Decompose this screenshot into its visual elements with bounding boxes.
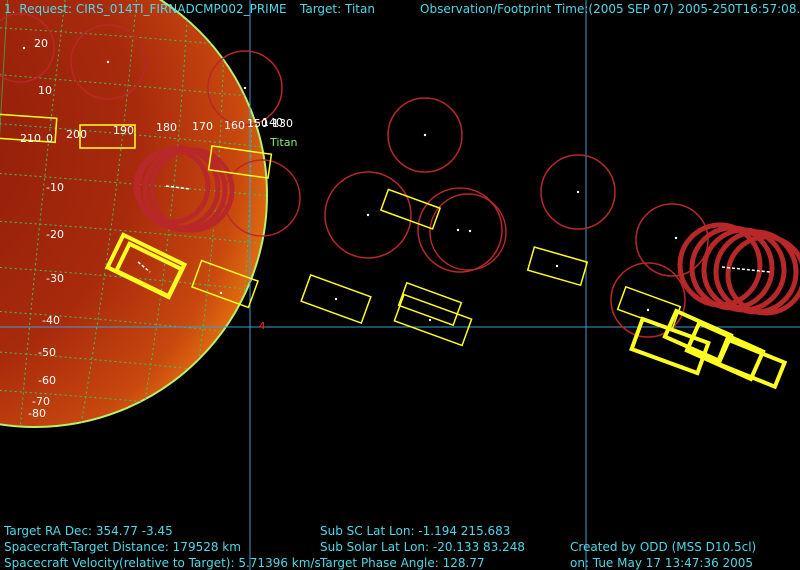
lat-label: 10 — [38, 84, 52, 97]
lon-label: 130 — [272, 117, 293, 130]
lat-label: 20 — [34, 37, 48, 50]
lon-label: 190 — [113, 124, 134, 137]
lat-label: -10 — [46, 181, 64, 194]
sub-sc-lat-lon: Sub SC Lat Lon: -1.194 215.683 — [320, 524, 511, 538]
lat-label: 0 — [46, 132, 53, 145]
lon-label: 170 — [192, 120, 213, 133]
created-by: Created by ODD (MSS D10.5cl) — [570, 540, 757, 554]
crosshair-marker: 4 — [259, 321, 266, 332]
lon-label: 180 — [156, 121, 177, 134]
target-name: Target: Titan — [300, 2, 375, 16]
footprint-plot — [0, 0, 800, 570]
phase-angle: Target Phase Angle: 128.77 — [320, 556, 485, 570]
spacecraft-distance: Spacecraft-Target Distance: 179528 km — [4, 540, 241, 554]
lat-label: -50 — [38, 346, 56, 359]
lon-label: 200 — [66, 128, 87, 141]
target-ra-dec: Target RA Dec: 354.77 -3.45 — [4, 524, 173, 538]
request-title: 1. Request: CIRS_014TI_FIRNADCMP002_PRIM… — [4, 2, 287, 16]
observation-view: 1. Request: CIRS_014TI_FIRNADCMP002_PRIM… — [0, 0, 800, 570]
spacecraft-velocity: Spacecraft Velocity(relative to Target):… — [4, 556, 321, 570]
lat-label: -80 — [28, 407, 46, 420]
created-on: on: Tue May 17 13:47:36 2005 — [570, 556, 754, 570]
lat-label: -20 — [46, 228, 64, 241]
sub-solar-lat-lon: Sub Solar Lat Lon: -20.133 83.248 — [320, 540, 526, 554]
observation-time: Observation/Footprint Time:(2005 SEP 07)… — [420, 2, 800, 16]
lon-label: 160 — [224, 119, 245, 132]
titan-label: Titan — [270, 136, 298, 149]
lon-label: 210 — [20, 132, 41, 145]
lat-label: -60 — [38, 374, 56, 387]
lat-label: -30 — [46, 272, 64, 285]
lat-label: -40 — [42, 314, 60, 327]
